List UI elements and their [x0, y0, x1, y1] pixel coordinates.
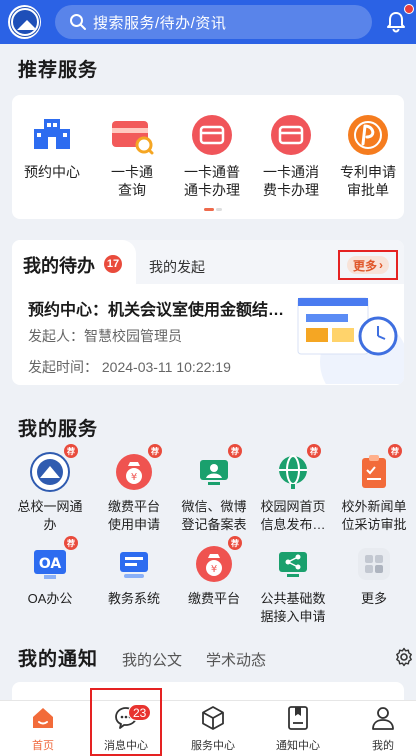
todo-card: 我的待办 17 我的发起 更多 › 预约中心：机关会议室使用金额结… 发起人：智慧…	[12, 240, 404, 385]
service-label: 缴费平台	[187, 591, 240, 606]
building-icon	[30, 113, 74, 157]
more-button[interactable]: 更多 ›	[338, 250, 398, 280]
svg-text:¥: ¥	[211, 564, 217, 575]
nav-profile[interactable]: 我的	[343, 705, 416, 753]
svg-text:OA: OA	[39, 556, 62, 572]
service-item-data-access[interactable]: 公共基础数据接入申请	[253, 544, 333, 626]
bottom-navigation: 首页 消息中心 服务中心 通知中心 我的	[0, 700, 416, 756]
recommend-badge: 荐	[64, 444, 78, 458]
person-screen-icon: 荐	[194, 444, 242, 492]
carousel-indicator	[204, 208, 222, 211]
grid-more-icon	[354, 544, 394, 584]
rec-item-label: 一卡通普通卡办理	[184, 164, 240, 198]
service-label: 更多	[360, 591, 387, 606]
tab-my-documents[interactable]: 我的公文	[122, 649, 182, 670]
recommended-title: 推荐服务	[18, 60, 99, 81]
search-bar[interactable]: 搜索服务/待办/资讯	[55, 5, 372, 39]
service-label: OA办公	[27, 591, 73, 606]
teaching-icon	[114, 544, 154, 584]
todo-title: 我的待办	[23, 256, 95, 276]
rec-item-normal-card[interactable]: 一卡通普通卡办理	[174, 113, 250, 199]
notice-list-card	[12, 682, 404, 702]
service-item-one-stop[interactable]: 荐 总校一网通办	[10, 444, 90, 534]
rec-item-label: 一卡通消费卡办理	[263, 164, 319, 198]
todo-count-badge: 17	[104, 255, 122, 273]
nav-label: 通知中心	[276, 740, 320, 752]
oa-icon: OA 荐	[30, 536, 78, 584]
card-icon	[269, 113, 313, 157]
message-center-highlight	[90, 688, 162, 756]
notification-dot	[404, 4, 414, 14]
svg-text:¥: ¥	[131, 472, 137, 483]
recommend-badge: 荐	[148, 444, 162, 458]
service-label: 公共基础数据接入申请	[260, 591, 326, 624]
todo-item-initiator: 发起人：智慧校园管理员	[28, 328, 182, 344]
share-screen-icon	[273, 544, 313, 584]
service-item-teaching[interactable]: 教务系统	[94, 544, 174, 608]
service-item-homepage-publish[interactable]: 荐 校园网首页信息发布…	[253, 444, 333, 534]
notification-bell-icon[interactable]	[384, 4, 414, 34]
search-icon	[70, 14, 87, 30]
message-count-badge: 23	[128, 704, 152, 721]
home-icon	[30, 705, 56, 731]
service-label: 教务系统	[107, 591, 160, 606]
service-label: 校园网首页信息发布…	[260, 499, 326, 532]
card-search-icon	[110, 113, 154, 157]
rec-item-label: 一卡通查询	[111, 164, 153, 198]
person-icon	[370, 705, 396, 731]
recommend-badge: 荐	[388, 444, 402, 458]
service-label: 总校一网通办	[17, 499, 83, 532]
services-title: 我的服务	[18, 419, 99, 440]
chevron-right-icon: ›	[379, 258, 383, 272]
rec-item-booking[interactable]: 预约中心	[14, 113, 90, 181]
rec-item-consume-card[interactable]: 一卡通消费卡办理	[253, 113, 329, 199]
service-label: 缴费平台使用申请	[107, 499, 160, 532]
search-placeholder: 搜索服务/待办/资讯	[93, 14, 227, 32]
notice-tab-bar: 我的通知 我的公文 学术动态	[18, 644, 266, 671]
todo-item-time: 发起时间： 2024-03-11 10:22:19	[28, 359, 231, 375]
service-item-wechat-weibo[interactable]: 荐 微信、微博登记备案表	[174, 444, 254, 534]
globe-icon: 荐	[273, 444, 321, 492]
service-item-oa[interactable]: OA 荐 OA办公	[10, 536, 90, 608]
rec-item-label: 预约中心	[24, 164, 80, 180]
payment-bag-icon: ¥ 荐	[114, 444, 162, 492]
nav-notices[interactable]: 通知中心	[258, 705, 338, 753]
rec-item-patent[interactable]: 专利申请审批单	[330, 113, 406, 199]
school-logo[interactable]	[8, 5, 42, 39]
card-icon	[190, 113, 234, 157]
document-bookmark-icon	[285, 705, 311, 731]
tab-my-initiated[interactable]: 我的发起	[149, 257, 205, 277]
payment-bag-icon: ¥ 荐	[194, 536, 242, 584]
clipboard-icon: 荐	[354, 444, 402, 492]
rec-item-label: 专利申请审批单	[340, 164, 396, 198]
gear-icon[interactable]	[394, 647, 414, 667]
school-logo-icon: 荐	[30, 444, 78, 492]
tab-academic-news[interactable]: 学术动态	[206, 649, 266, 670]
recommend-badge: 荐	[64, 536, 78, 550]
nav-label: 我的	[372, 740, 394, 752]
recommend-badge: 荐	[307, 444, 321, 458]
rec-item-card-query[interactable]: 一卡通查询	[94, 113, 170, 199]
calendar-clock-illustration	[286, 292, 404, 385]
service-label: 微信、微博登记备案表	[181, 499, 247, 532]
tab-my-notices[interactable]: 我的通知	[18, 644, 98, 671]
patent-icon	[346, 113, 390, 157]
recommend-badge: 荐	[228, 444, 242, 458]
top-header: 搜索服务/待办/资讯	[0, 0, 416, 44]
more-label: 更多	[352, 258, 377, 273]
service-item-more[interactable]: 更多	[334, 544, 414, 608]
nav-label: 服务中心	[191, 740, 235, 752]
nav-services[interactable]: 服务中心	[173, 705, 253, 753]
recommended-card: 预约中心 一卡通查询 一卡通普通卡办理 一卡通消费卡办理 专利申请审批单	[12, 95, 404, 219]
todo-item-title[interactable]: 预约中心：机关会议室使用金额结…	[28, 296, 284, 320]
cube-icon	[200, 705, 226, 731]
recommend-badge: 荐	[228, 536, 242, 550]
nav-label: 首页	[32, 740, 54, 752]
service-item-payment[interactable]: ¥ 荐 缴费平台	[174, 536, 254, 608]
service-item-news-interview[interactable]: 荐 校外新闻单位采访审批	[334, 444, 414, 534]
nav-home[interactable]: 首页	[3, 705, 83, 753]
service-label: 校外新闻单位采访审批	[341, 499, 407, 532]
service-item-payment-apply[interactable]: ¥ 荐 缴费平台使用申请	[94, 444, 174, 534]
